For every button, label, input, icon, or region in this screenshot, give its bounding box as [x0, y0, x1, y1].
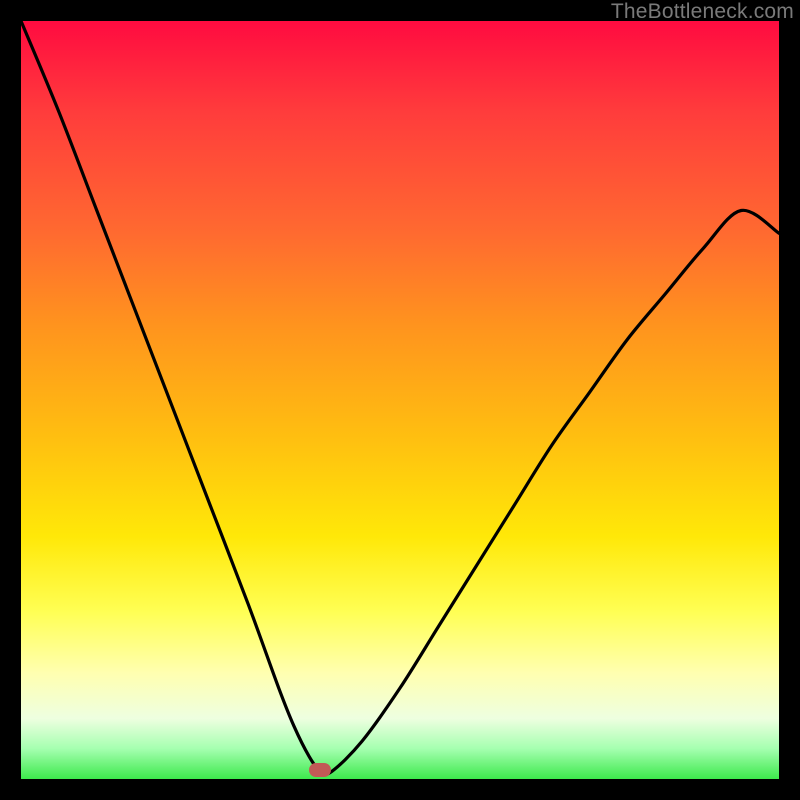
- optimum-marker: [309, 763, 331, 777]
- plot-area: [21, 21, 779, 779]
- watermark-text: TheBottleneck.com: [611, 0, 794, 24]
- bottleneck-curve: [21, 21, 779, 779]
